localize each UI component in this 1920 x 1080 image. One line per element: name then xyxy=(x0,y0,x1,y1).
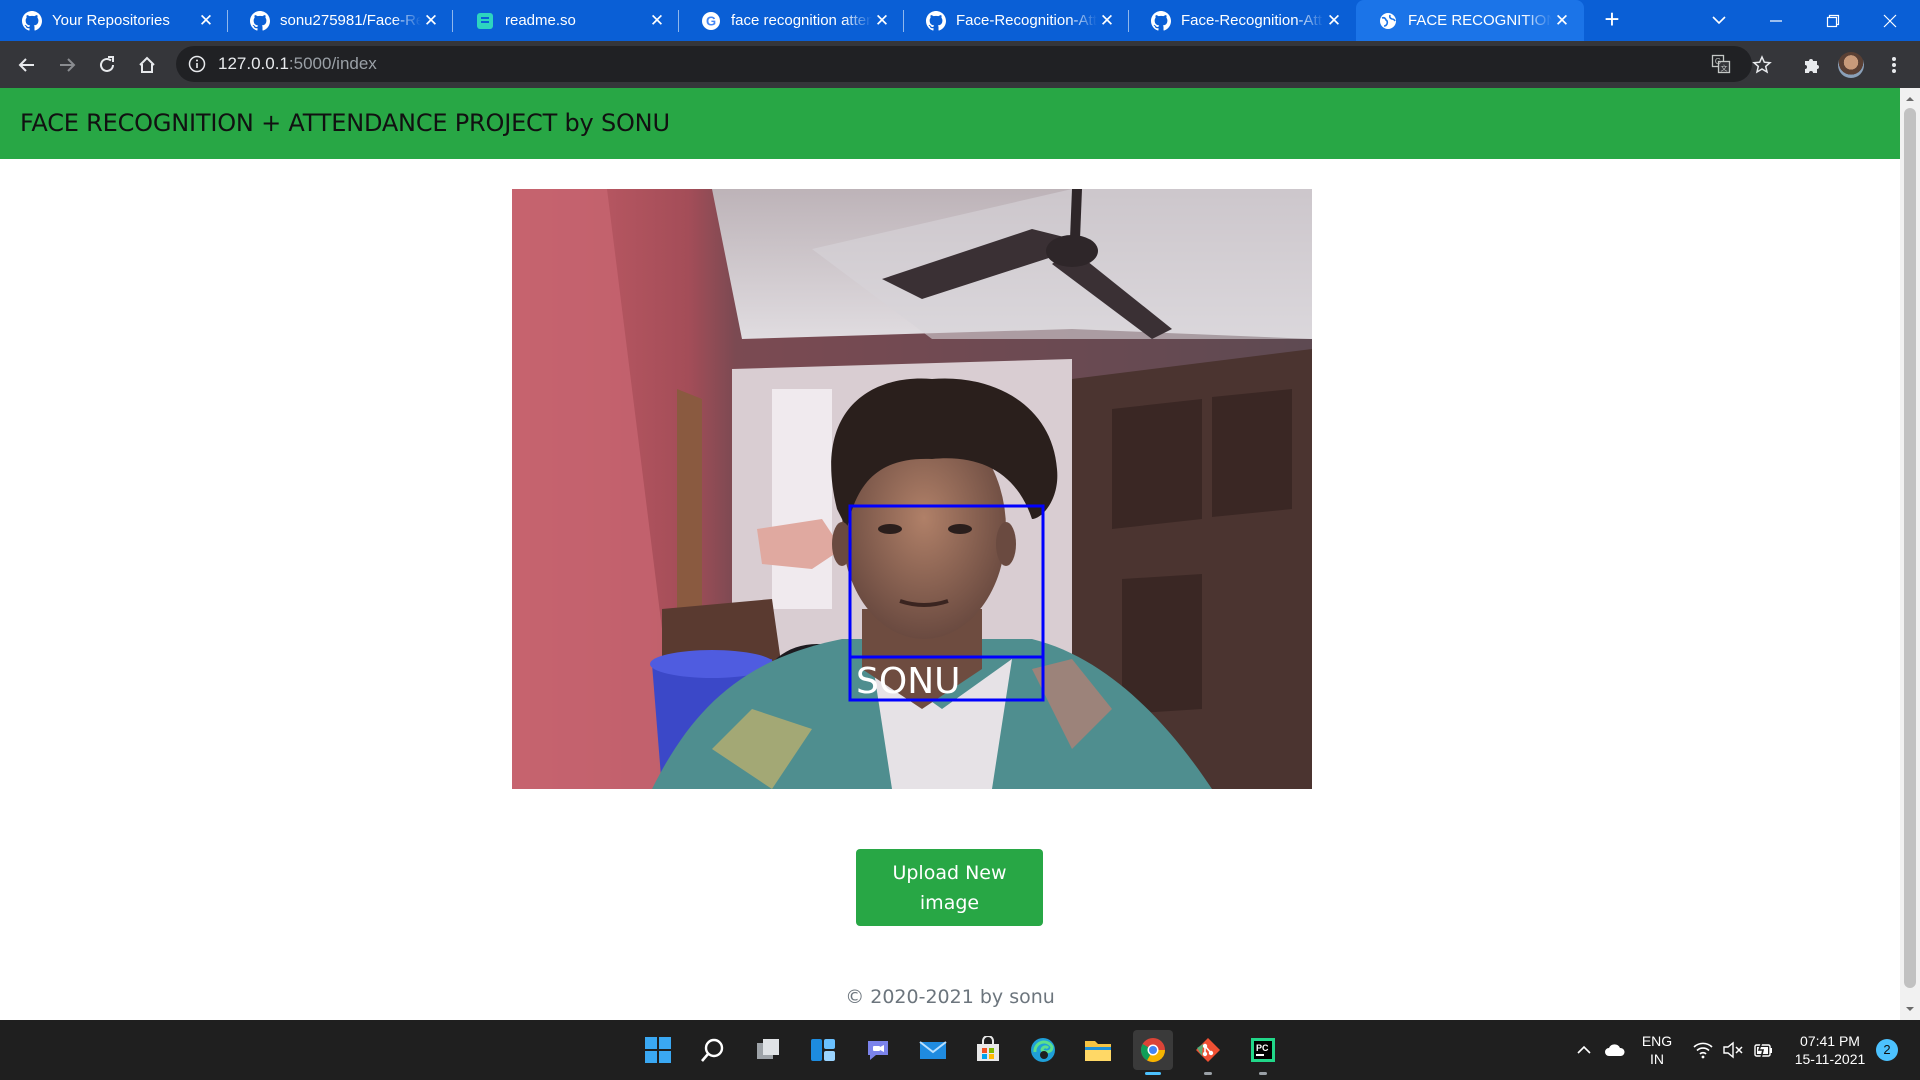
language-line1: ENG xyxy=(1641,1033,1673,1049)
task-view-icon[interactable] xyxy=(748,1030,788,1070)
new-tab-plus-icon[interactable]: + xyxy=(1598,6,1626,34)
url-host: 127.0.0.1 xyxy=(218,54,289,73)
browser-toolbar: 127.0.0.1:5000/index G文 xyxy=(0,41,1920,88)
close-tab-icon[interactable]: ✕ xyxy=(872,11,892,31)
tab-face-recognition-att[interactable]: Face-Recognition-Att ✕ xyxy=(1129,0,1356,41)
back-arrow-icon[interactable] xyxy=(13,51,41,79)
svg-text:G: G xyxy=(706,13,716,28)
store-icon[interactable] xyxy=(968,1030,1008,1070)
translate-icon[interactable]: G文 xyxy=(1711,54,1731,74)
tab-face-rec-repo[interactable]: sonu275981/Face-Rec ✕ xyxy=(228,0,453,41)
site-info-icon[interactable] xyxy=(188,55,206,73)
tab-title: readme.so xyxy=(505,12,576,29)
footer-copyright: © 2020-2021 by sonu xyxy=(845,986,1055,1008)
clock-time: 07:41 PM xyxy=(1800,1033,1860,1049)
readme-so-icon xyxy=(475,11,495,31)
minimize-icon[interactable] xyxy=(1748,0,1804,41)
close-tab-icon[interactable]: ✕ xyxy=(1097,11,1117,31)
globe-icon xyxy=(1378,11,1398,31)
wifi-icon[interactable] xyxy=(1692,1040,1713,1060)
onedrive-cloud-icon[interactable] xyxy=(1604,1040,1625,1060)
home-icon[interactable] xyxy=(133,51,161,79)
page-scrollbar[interactable] xyxy=(1900,88,1920,1020)
tab-title: Your Repositories xyxy=(52,12,170,29)
face-label: SONU xyxy=(856,661,960,702)
tab-readme-so[interactable]: readme.so ✕ xyxy=(453,0,679,41)
chrome-menu-icon[interactable] xyxy=(1880,51,1908,79)
search-icon[interactable] xyxy=(693,1030,733,1070)
svg-text:文: 文 xyxy=(1721,64,1728,73)
tab-title: Face-Recognition-Att xyxy=(1181,12,1322,29)
url-path: :5000/index xyxy=(288,54,377,73)
github-icon xyxy=(926,10,946,31)
close-tab-icon[interactable]: ✕ xyxy=(421,11,441,31)
close-tab-icon[interactable]: ✕ xyxy=(196,11,216,31)
tab-search-chevron-icon[interactable] xyxy=(1707,8,1731,32)
extensions-puzzle-icon[interactable] xyxy=(1798,51,1826,79)
pycharm-icon[interactable]: PC xyxy=(1243,1030,1283,1075)
tab-face-recognition-atte[interactable]: Face-Recognition-Atte ✕ xyxy=(904,0,1129,41)
clock-date: 15-11-2021 xyxy=(1794,1051,1866,1067)
tab-title: sonu275981/Face-Rec xyxy=(280,12,421,29)
tab-title: face recognition atten xyxy=(731,12,872,29)
teams-chat-icon[interactable] xyxy=(858,1030,898,1070)
windows-taskbar: PC ENG IN 07:41 PM 15-11-2021 2 xyxy=(0,1020,1920,1080)
github-icon xyxy=(22,10,42,31)
video-feed-image: SONU xyxy=(512,189,1312,789)
navbar-brand[interactable]: FACE RECOGNITION + ATTENDANCE PROJECT by… xyxy=(20,88,670,159)
clock[interactable]: 07:41 PM 15-11-2021 xyxy=(1790,1032,1870,1068)
github-icon xyxy=(250,10,270,31)
scroll-up-arrow-icon[interactable] xyxy=(1904,92,1916,104)
url-text[interactable]: 127.0.0.1:5000/index xyxy=(218,46,377,82)
tab-strip: Your Repositories ✕ sonu275981/Face-Rec … xyxy=(0,0,1920,41)
scroll-down-arrow-icon[interactable] xyxy=(1904,1002,1916,1014)
page-viewport: FACE RECOGNITION + ATTENDANCE PROJECT by… xyxy=(0,88,1900,1020)
restore-icon[interactable] xyxy=(1805,0,1861,41)
close-tab-icon[interactable]: ✕ xyxy=(1552,11,1572,31)
navbar: FACE RECOGNITION + ATTENDANCE PROJECT by… xyxy=(0,88,1900,159)
edge-icon[interactable] xyxy=(1023,1030,1063,1070)
file-explorer-icon[interactable] xyxy=(1078,1030,1118,1070)
language-indicator[interactable]: ENG IN xyxy=(1638,1032,1676,1068)
tab-title: FACE RECOGNITION + A xyxy=(1408,12,1552,29)
close-window-icon[interactable] xyxy=(1862,0,1918,41)
tab-face-recognition-active[interactable]: FACE RECOGNITION + A ✕ xyxy=(1356,0,1584,41)
google-icon: G xyxy=(701,11,721,31)
mail-icon[interactable] xyxy=(913,1030,953,1070)
show-hidden-icons-chevron-icon[interactable] xyxy=(1574,1040,1594,1060)
upload-new-image-button[interactable]: Upload New image xyxy=(856,849,1043,926)
tab-your-repositories[interactable]: Your Repositories ✕ xyxy=(0,0,228,41)
close-tab-icon[interactable]: ✕ xyxy=(1324,11,1344,31)
bookmark-star-icon[interactable] xyxy=(1748,51,1776,79)
tab-title: Face-Recognition-Atte xyxy=(956,12,1097,29)
tab-google-search[interactable]: G face recognition atten ✕ xyxy=(679,0,904,41)
webcam-frame: SONU xyxy=(512,189,1312,789)
widgets-icon[interactable] xyxy=(803,1030,843,1070)
svg-text:PC: PC xyxy=(1256,1043,1269,1053)
battery-charging-icon[interactable] xyxy=(1752,1040,1772,1060)
scrollbar-thumb[interactable] xyxy=(1904,108,1916,988)
language-line2: IN xyxy=(1650,1051,1664,1067)
volume-muted-icon[interactable] xyxy=(1722,1040,1743,1060)
close-tab-icon[interactable]: ✕ xyxy=(647,11,667,31)
address-bar[interactable]: 127.0.0.1:5000/index G文 xyxy=(176,46,1752,82)
chrome-icon[interactable] xyxy=(1133,1030,1173,1075)
git-icon[interactable] xyxy=(1188,1030,1228,1075)
footer: © 2020-2021 by sonu xyxy=(0,986,1900,1008)
github-icon xyxy=(1151,10,1171,31)
reload-icon[interactable] xyxy=(93,51,121,79)
profile-avatar[interactable] xyxy=(1838,52,1864,78)
forward-arrow-icon[interactable] xyxy=(53,51,81,79)
notification-badge[interactable]: 2 xyxy=(1876,1039,1898,1061)
start-icon[interactable] xyxy=(638,1030,678,1070)
